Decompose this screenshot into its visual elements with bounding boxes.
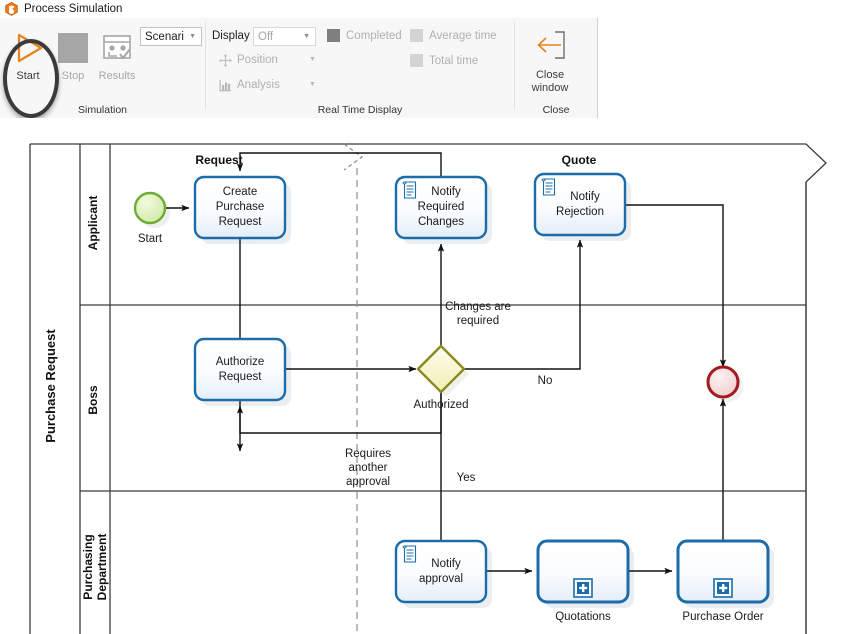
analysis-chevron-down-icon[interactable]: ▼ [309, 81, 316, 88]
task-label-line2: Purchase [216, 201, 265, 213]
lane-label-boss: Boss [86, 385, 100, 415]
flow-label-no: No [538, 375, 553, 387]
completed-checkbox[interactable]: Completed [327, 29, 402, 42]
gateway-label: Authorized [414, 399, 469, 411]
task-create-purchase-request[interactable]: Create Purchase Request [193, 175, 287, 240]
close-window-arrow-icon [531, 26, 569, 69]
display-combobox-value: Off [258, 30, 274, 43]
script-document-icon [402, 181, 417, 199]
plus-collapsed-icon [713, 578, 733, 598]
position-chevron-down-icon[interactable]: ▼ [309, 56, 316, 63]
group-separator-1 [205, 22, 206, 110]
analysis-label: Analysis [237, 79, 280, 91]
task-authorize-request[interactable]: Authorize Request [193, 337, 287, 402]
task-notify-rejection[interactable]: Notify Rejection [533, 172, 627, 237]
chevron-down-icon: ▼ [303, 33, 310, 40]
stop-square-icon [58, 26, 88, 70]
task-label-line2: approval [419, 573, 463, 585]
results-report-icon [100, 26, 134, 70]
script-document-icon [541, 178, 556, 196]
task-notify-approval[interactable]: Notify approval [394, 539, 488, 604]
flow-label-approval: approval [346, 476, 390, 488]
completed-label: Completed [346, 29, 402, 42]
milestone-label-request: Request [195, 153, 242, 167]
total-time-checkbox[interactable]: Total time [410, 54, 478, 67]
group-caption-real-time-display: Real Time Display [317, 104, 403, 116]
close-window-label-line1: Close [535, 69, 565, 81]
task-notify-required-changes[interactable]: Notify Required Changes [394, 175, 488, 240]
close-window-button[interactable]: Close window [521, 26, 579, 95]
flow-label-changes-are: Changes are [445, 301, 511, 313]
bpmn-canvas[interactable]: Purchase Request Applicant Boss Purchasi… [0, 118, 844, 634]
task-label-line1: Authorize [216, 356, 265, 368]
task-label-line3: Changes [418, 216, 464, 228]
position-label: Position [237, 54, 278, 66]
milestone-separator [343, 143, 364, 634]
group-separator-2 [514, 22, 515, 110]
play-icon [10, 26, 46, 70]
task-label-line1: Notify [431, 186, 461, 198]
display-combobox[interactable]: Off ▼ [253, 27, 316, 46]
lane-label-purchasing-line1: Purchasing [81, 534, 95, 599]
task-label-line1: Notify [431, 558, 461, 570]
total-time-label: Total time [429, 54, 479, 67]
bpmn-diagram[interactable]: Purchase Request Applicant Boss Purchasi… [0, 118, 844, 634]
script-document-icon [402, 545, 417, 563]
lane-label-purchasing-line2: Department [95, 534, 109, 601]
move-crosshair-icon [218, 53, 232, 67]
total-time-swatch-icon [410, 54, 423, 67]
pool-label: Purchase Request [43, 329, 58, 443]
group-caption-close: Close [542, 104, 570, 116]
results-button-label: Results [98, 70, 136, 82]
ribbon: Process Simulation Start Stop Results Sc… [0, 0, 844, 119]
window-titlebar: Process Simulation [0, 0, 844, 18]
subprocess-purchase-order[interactable]: Purchase Order [676, 539, 770, 623]
subprocess-quotations[interactable]: Quotations [536, 539, 630, 623]
lane-label-purchasing-department: Purchasing Department [81, 534, 109, 601]
flow-changes-to-create [236, 152, 442, 177]
task-label-line1: Create [223, 186, 258, 198]
flow-label-required: required [457, 315, 499, 327]
flow-label-requires: Requires [345, 448, 391, 460]
task-label-line3: Request [219, 216, 263, 228]
task-label-line1: Notify [570, 191, 600, 203]
flow-rejection-to-end [625, 204, 727, 368]
subprocess-label: Quotations [555, 611, 611, 623]
start-button-label: Start [16, 70, 40, 82]
window-title: Process Simulation [24, 3, 123, 15]
ribbon-body: Start Stop Results Scenari ▼ Simulation … [0, 18, 844, 119]
flow-labels: Changes are required No Yes Requires ano… [345, 301, 552, 488]
average-time-swatch-icon [410, 29, 423, 42]
task-label-line2: Request [219, 371, 263, 383]
process-simulation-window: Process Simulation Start Stop Results Sc… [0, 0, 844, 634]
subprocess-label: Purchase Order [682, 611, 763, 623]
bar-chart-icon [218, 78, 232, 92]
flow-label-yes: Yes [457, 472, 476, 484]
flow-label-another: another [348, 462, 387, 474]
results-button[interactable]: Results [90, 26, 144, 82]
plus-collapsed-icon [573, 578, 593, 598]
app-hexagon-icon [5, 2, 18, 16]
close-window-label-line2: window [531, 82, 569, 94]
task-label-line2: Rejection [556, 206, 604, 218]
lane-label-applicant: Applicant [86, 196, 100, 251]
completed-swatch-icon [327, 29, 340, 42]
stop-button-label: Stop [61, 70, 85, 82]
start-event[interactable]: Start [133, 191, 167, 245]
task-label-line2: Required [418, 201, 465, 213]
average-time-label: Average time [429, 29, 497, 42]
position-menu-item[interactable]: Position [218, 53, 278, 67]
milestone-label-quote: Quote [562, 153, 597, 167]
start-event-label: Start [138, 233, 163, 245]
scenario-combobox[interactable]: Scenari ▼ [140, 27, 202, 46]
chevron-down-icon: ▼ [189, 33, 196, 40]
analysis-menu-item[interactable]: Analysis [218, 78, 280, 92]
group-caption-simulation: Simulation [77, 104, 128, 116]
average-time-checkbox[interactable]: Average time [410, 29, 497, 42]
scenario-combobox-value: Scenari [145, 30, 184, 43]
display-label: Display [212, 30, 250, 42]
end-event[interactable] [706, 365, 740, 399]
